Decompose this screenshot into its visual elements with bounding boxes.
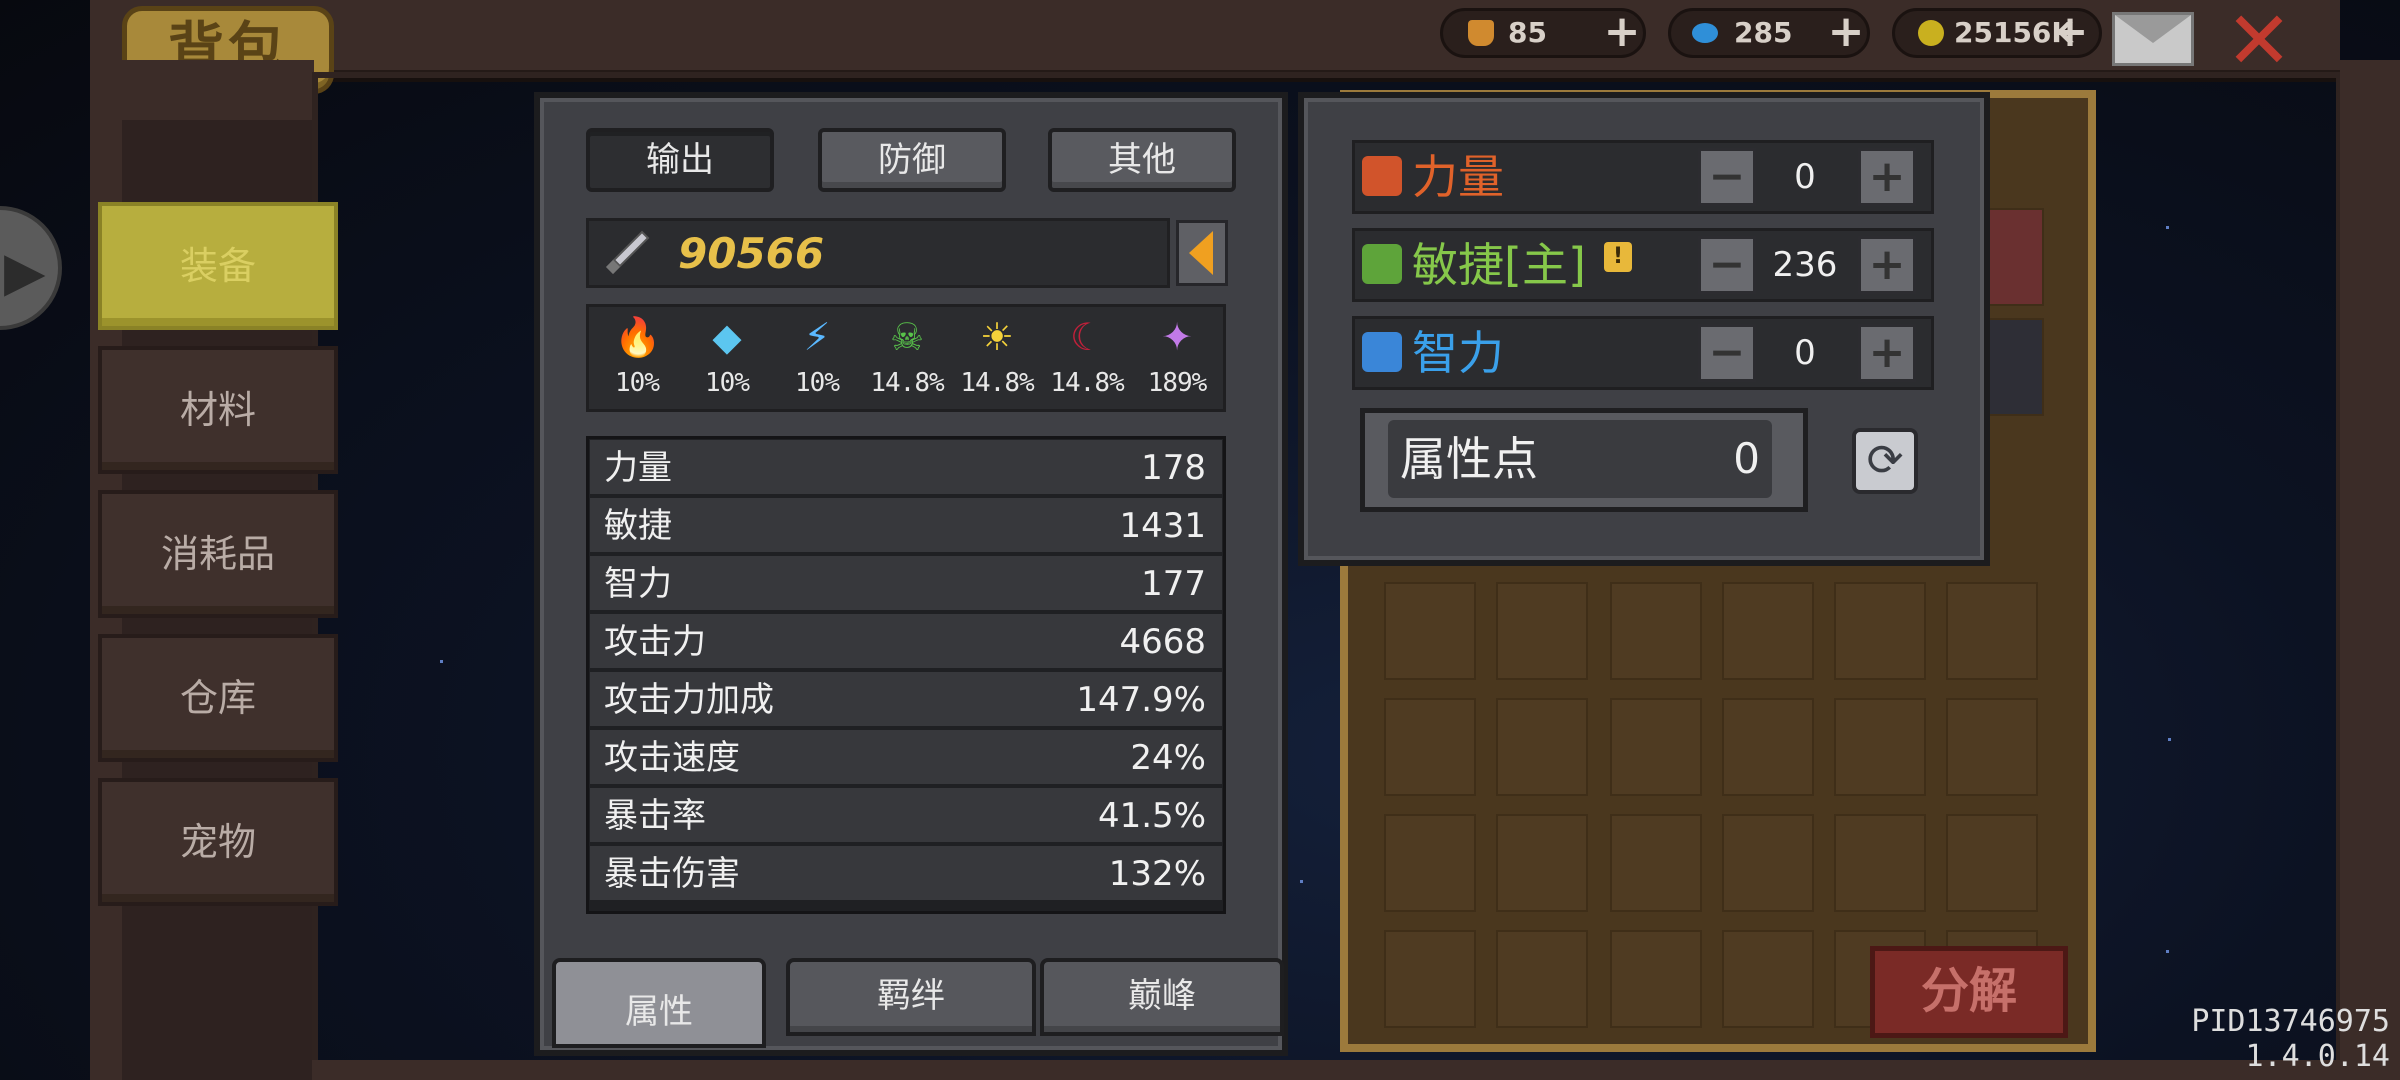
tab-peak[interactable]: 巅峰 xyxy=(1040,958,1284,1036)
increase-agility-button[interactable]: + xyxy=(1858,236,1916,294)
element-light: ☀ 14.8% xyxy=(960,315,1034,398)
chevron-right-icon: ▶ xyxy=(4,240,46,303)
info-icon[interactable]: ! xyxy=(1604,242,1632,272)
sidebar-item-pets[interactable]: 宠物 xyxy=(98,778,338,906)
inventory-slot[interactable] xyxy=(1946,582,2038,680)
inventory-slot[interactable] xyxy=(1834,582,1926,680)
lightning-icon: ⚡ xyxy=(803,315,831,359)
sidebar-item-materials[interactable]: 材料 xyxy=(98,346,338,474)
refresh-icon: ⟳ xyxy=(1866,435,1904,486)
attribute-points-value: 0 xyxy=(1733,434,1760,483)
inventory-slot[interactable] xyxy=(1834,814,1926,912)
inventory-slot[interactable] xyxy=(1722,698,1814,796)
inventory-slot[interactable] xyxy=(1834,698,1926,796)
tab-bonds[interactable]: 羁绊 xyxy=(786,958,1036,1036)
potion-bottle-icon xyxy=(1468,20,1494,46)
inventory-slot[interactable] xyxy=(1384,930,1476,1028)
inventory-slot[interactable] xyxy=(1496,582,1588,680)
inventory-slot[interactable] xyxy=(1610,582,1702,680)
element-fire: 🔥 10% xyxy=(614,315,662,398)
inventory-slot[interactable] xyxy=(1496,930,1588,1028)
element-ice: ◆ 10% xyxy=(705,315,750,398)
resource-bottle-value: 85 xyxy=(1508,16,1547,49)
list-item: 力量 178 xyxy=(590,440,1222,496)
decrease-intelligence-button[interactable]: − xyxy=(1698,324,1756,382)
player-id-version: PID13746975 1.4.0.14 xyxy=(2191,1004,2390,1074)
reset-refresh-button[interactable]: ⟳ xyxy=(1852,428,1918,494)
strength-value: 0 xyxy=(1794,157,1816,197)
right-frame xyxy=(2340,60,2400,1080)
inventory-slot[interactable] xyxy=(1496,698,1588,796)
increase-intelligence-button[interactable]: + xyxy=(1858,324,1916,382)
close-icon[interactable]: ✕ xyxy=(2224,1,2294,81)
arcane-star-icon: ✦ xyxy=(1161,315,1193,359)
inventory-slot[interactable] xyxy=(1946,698,2038,796)
coin-icon xyxy=(1918,20,1944,46)
poison-skull-icon: ☠ xyxy=(889,315,925,359)
light-sun-icon: ☀ xyxy=(979,315,1015,359)
increase-strength-button[interactable]: + xyxy=(1858,148,1916,206)
element-arcane: ✦ 189% xyxy=(1147,315,1208,398)
sidebar-item-warehouse[interactable]: 仓库 xyxy=(98,634,338,762)
decrease-strength-button[interactable]: − xyxy=(1698,148,1756,206)
intelligence-label: 智力 xyxy=(1412,326,1504,380)
inventory-slot[interactable] xyxy=(1722,814,1814,912)
dark-moon-icon: ☾ xyxy=(1069,315,1105,359)
list-item: 暴击伤害 132% xyxy=(590,846,1222,902)
expand-power-button[interactable] xyxy=(1176,220,1228,286)
list-item: 攻击力 4668 xyxy=(590,614,1222,670)
ice-crystal-icon: ◆ xyxy=(712,315,742,359)
element-dark: ☾ 14.8% xyxy=(1050,315,1124,398)
tab-other[interactable]: 其他 xyxy=(1048,128,1236,192)
list-item: 敏捷 1431 xyxy=(590,498,1222,554)
sidebar-item-equipment[interactable]: 装备 xyxy=(98,202,338,330)
add-bottle-button[interactable]: + xyxy=(1602,4,1642,60)
bottom-frame xyxy=(312,1060,2342,1080)
inventory-slot[interactable] xyxy=(1946,814,2038,912)
tab-output[interactable]: 输出 xyxy=(586,128,774,192)
inventory-slot[interactable] xyxy=(1610,698,1702,796)
book-icon xyxy=(1362,332,1402,372)
tab-attributes[interactable]: 属性 xyxy=(552,958,766,1048)
agility-value: 236 xyxy=(1772,245,1838,285)
decompose-button[interactable]: 分解 xyxy=(1870,946,2068,1038)
inventory-slot[interactable] xyxy=(1610,814,1702,912)
decrease-agility-button[interactable]: − xyxy=(1698,236,1756,294)
combat-power-value: 90566 xyxy=(678,229,825,278)
sword-icon xyxy=(605,230,650,275)
add-gem-button[interactable]: + xyxy=(1826,4,1866,60)
gem-icon xyxy=(1692,23,1718,43)
inventory-slot[interactable] xyxy=(1384,814,1476,912)
list-item: 攻击速度 24% xyxy=(590,730,1222,786)
attribute-points-label: 属性点 xyxy=(1400,432,1538,486)
mail-envelope-icon[interactable] xyxy=(2112,12,2194,66)
list-item: 攻击力加成 147.9% xyxy=(590,672,1222,728)
add-coin-button[interactable]: + xyxy=(2050,4,2090,60)
tab-defense[interactable]: 防御 xyxy=(818,128,1006,192)
resource-gem-value: 285 xyxy=(1734,16,1793,49)
fire-icon: 🔥 xyxy=(614,315,662,359)
element-poison: ☠ 14.8% xyxy=(870,315,944,398)
list-item: 暴击率 41.5% xyxy=(590,788,1222,844)
inventory-slot[interactable] xyxy=(1610,930,1702,1028)
element-lightning: ⚡ 10% xyxy=(795,315,840,398)
list-item: 智力 177 xyxy=(590,556,1222,612)
inventory-slot[interactable] xyxy=(1496,814,1588,912)
inventory-slot[interactable] xyxy=(1384,698,1476,796)
fist-icon xyxy=(1362,156,1402,196)
inventory-slot[interactable] xyxy=(1384,582,1476,680)
strength-label: 力量 xyxy=(1412,150,1504,204)
intelligence-value: 0 xyxy=(1794,333,1816,373)
inventory-slot[interactable] xyxy=(1722,930,1814,1028)
inventory-slot[interactable] xyxy=(1722,582,1814,680)
chevron-left-icon xyxy=(1189,231,1213,275)
feather-icon xyxy=(1362,244,1402,284)
sidebar-item-consumables[interactable]: 消耗品 xyxy=(98,490,338,618)
